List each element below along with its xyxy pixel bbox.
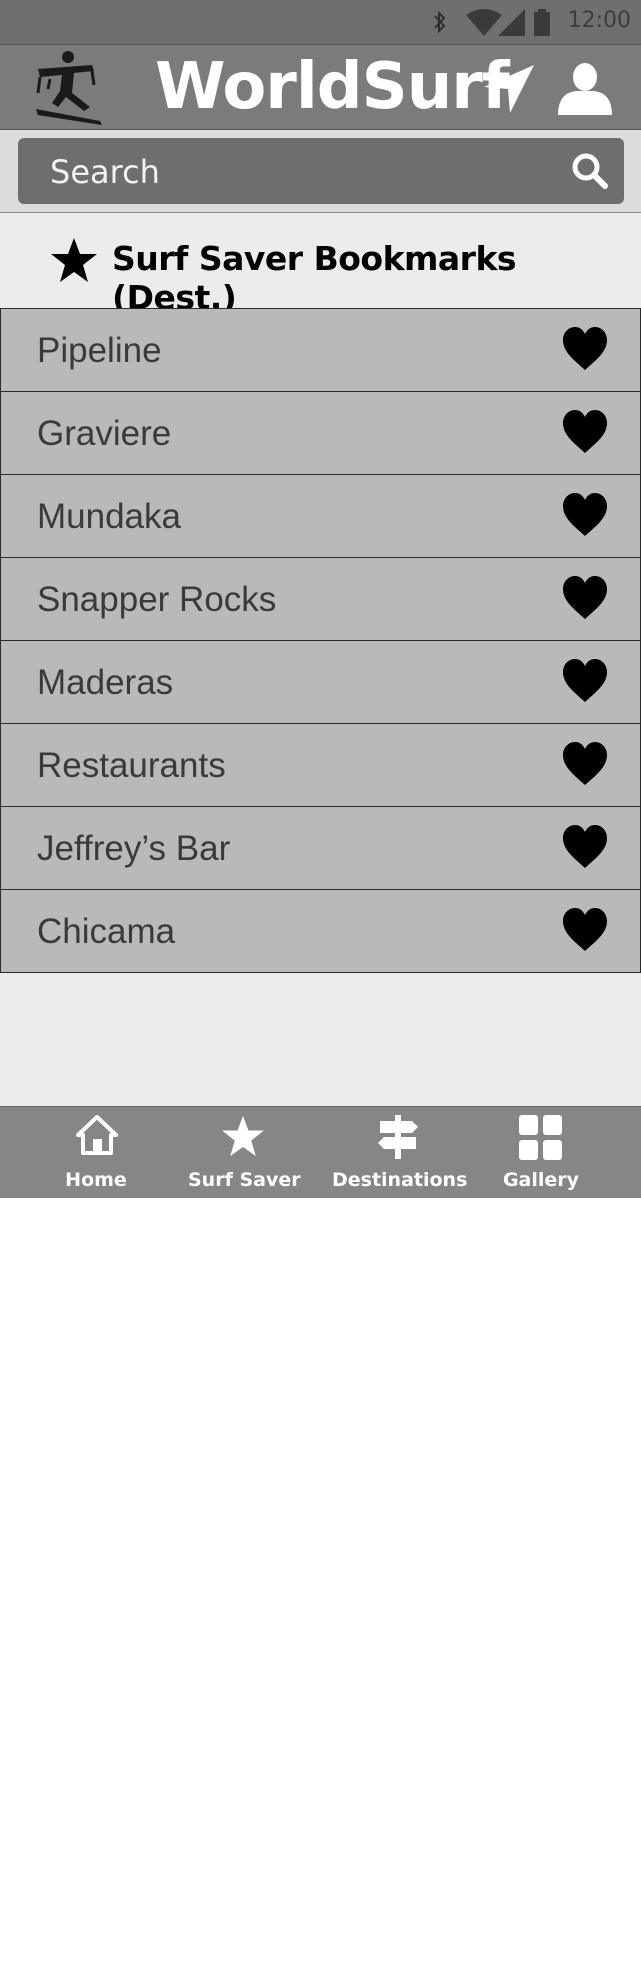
tab-destinations-label: Destinations	[332, 1169, 468, 1191]
bookmark-item[interactable]: Snapper Rocks	[0, 557, 641, 641]
bookmark-label: Maderas	[37, 663, 174, 702]
heart-icon[interactable]	[562, 742, 608, 786]
bookmark-label: Jeffrey’s Bar	[37, 829, 231, 868]
signal-icon	[498, 9, 525, 36]
bookmark-item[interactable]: Mundaka	[0, 474, 641, 558]
bookmark-item[interactable]: Jeffrey’s Bar	[0, 806, 641, 890]
tab-home[interactable]: Home	[50, 1107, 142, 1198]
signpost-icon	[378, 1115, 418, 1159]
search-icon[interactable]	[572, 153, 608, 189]
bottom-nav: Home Surf Saver Destinations Gallery	[0, 1106, 641, 1198]
app-title: WorldSurf	[155, 50, 510, 124]
location-arrow-icon[interactable]	[482, 63, 536, 115]
bookmark-item[interactable]: Graviere	[0, 391, 641, 475]
tab-gallery[interactable]: Gallery	[496, 1107, 586, 1198]
star-icon	[51, 238, 97, 282]
bluetooth-icon	[434, 10, 446, 34]
tab-surf-saver-label: Surf Saver	[188, 1169, 301, 1191]
heart-icon[interactable]	[562, 493, 608, 537]
heart-icon[interactable]	[562, 825, 608, 869]
heart-icon[interactable]	[562, 576, 608, 620]
status-bar: 12:00	[0, 0, 641, 44]
heart-icon[interactable]	[562, 327, 608, 371]
status-time: 12:00	[567, 8, 631, 33]
bookmark-label: Restaurants	[37, 746, 226, 785]
bookmark-item[interactable]: Pipeline	[0, 308, 641, 392]
heart-icon[interactable]	[562, 410, 608, 454]
bookmark-item[interactable]: Chicama	[0, 889, 641, 973]
bookmark-label: Pipeline	[37, 331, 162, 370]
section-title: Surf Saver Bookmarks (Dest.)	[112, 239, 517, 317]
bookmark-label: Chicama	[37, 912, 176, 951]
bookmark-label: Snapper Rocks	[37, 580, 277, 619]
app-screen: 12:00 WorldSurf Search Surf Saver Bookma…	[0, 0, 641, 1198]
bookmark-item[interactable]: Restaurants	[0, 723, 641, 807]
home-icon	[76, 1115, 118, 1155]
heart-icon[interactable]	[562, 659, 608, 703]
search-bar	[0, 130, 641, 213]
grid-icon	[519, 1115, 562, 1160]
bookmark-label: Graviere	[37, 414, 172, 453]
surfer-logo-icon[interactable]	[30, 49, 110, 127]
bookmark-list: Pipeline Graviere Mundaka Snapper Rocks Made…	[0, 308, 641, 973]
bookmark-label: Mundaka	[37, 497, 181, 536]
star-icon	[222, 1115, 264, 1157]
tab-home-label: Home	[65, 1169, 127, 1191]
tab-surf-saver[interactable]: Surf Saver	[188, 1107, 301, 1198]
bookmark-item[interactable]: Maderas	[0, 640, 641, 724]
section-heading: Surf Saver Bookmarks (Dest.)	[0, 213, 641, 317]
search-box[interactable]	[18, 138, 624, 204]
app-header: WorldSurf	[0, 44, 641, 131]
search-input[interactable]	[48, 148, 552, 196]
battery-icon	[534, 9, 550, 36]
heart-icon[interactable]	[562, 908, 608, 952]
tab-destinations[interactable]: Destinations	[332, 1107, 468, 1198]
tab-gallery-label: Gallery	[502, 1169, 580, 1191]
wifi-icon	[466, 9, 502, 36]
user-profile-icon[interactable]	[556, 63, 614, 115]
